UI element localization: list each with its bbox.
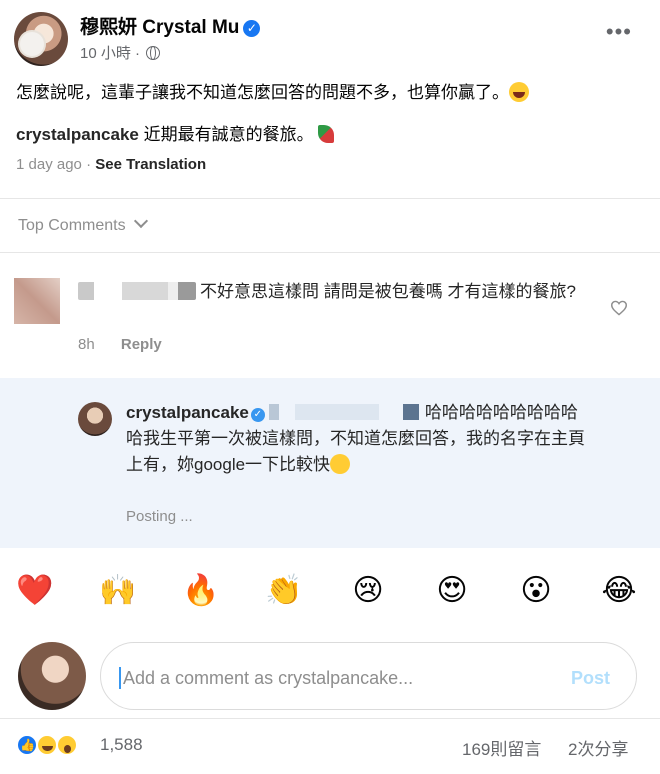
ig-caption: crystalpancake 近期最有誠意的餐旅。 <box>16 120 334 145</box>
comment-text: 不好意思這樣問 請問是被包養嗎 才有這樣的餐旅? <box>200 282 576 301</box>
comment-composer: Add a comment as crystalpancake... Post <box>0 636 660 716</box>
reply-avatar[interactable] <box>78 402 112 436</box>
verified-badge-icon: ✓ <box>243 20 261 37</box>
fire-emoji-icon[interactable]: 🔥 <box>182 572 220 610</box>
ig-meta-separator: · <box>86 156 92 173</box>
post-caption-text: 怎麼說呢，這輩子讓我不知道怎麼回答的問題不多，也算你贏了。 <box>16 83 509 102</box>
post-meta: 10 小時 · <box>80 42 161 63</box>
comment-meta: 8h Reply <box>78 336 162 353</box>
quick-reactions-bar: ❤️ 🙌 🔥 👏 😢 😍 😮 😂 <box>0 572 660 616</box>
reply-button[interactable]: Reply <box>121 336 162 353</box>
comments-count[interactable]: 169則留言 <box>462 735 541 760</box>
heart-emoji-icon[interactable]: ❤️ <box>16 572 54 610</box>
comment-placeholder: Add a comment as crystalpancake... <box>123 668 414 688</box>
shares-count[interactable]: 2次分享 <box>568 735 628 760</box>
current-user-avatar <box>18 642 86 710</box>
post-header: 穆熙妍 Crystal Mu ✓ 10 小時 · ••• <box>0 0 660 72</box>
divider <box>0 198 660 199</box>
reaction-count[interactable]: 1,588 <box>100 735 143 755</box>
clapping-hands-emoji-icon[interactable]: 👏 <box>265 572 303 610</box>
posting-status: Posting ... <box>126 508 193 525</box>
comment-body: 不好意思這樣問 請問是被包養嗎 才有這樣的餐旅? <box>78 280 598 304</box>
author-avatar[interactable] <box>14 12 68 66</box>
see-translation-link[interactable]: See Translation <box>95 156 206 173</box>
top-comments-toggle[interactable]: Top Comments <box>18 213 148 235</box>
raised-hands-emoji-icon[interactable]: 🙌 <box>99 572 137 610</box>
like-reaction-icon[interactable] <box>16 734 38 756</box>
tears-of-joy-emoji-icon[interactable]: 😂 <box>600 572 638 610</box>
divider <box>0 252 660 253</box>
surprised-face-emoji-icon[interactable]: 😮 <box>517 572 555 610</box>
post-footer: 1,588 169則留言 2次分享 <box>0 726 660 766</box>
ig-caption-text: 近期最有誠意的餐旅。 <box>143 125 314 144</box>
globe-icon <box>146 46 161 60</box>
verified-badge-icon: ✓ <box>250 408 265 422</box>
redacted-mention <box>268 404 419 420</box>
post-caption: 怎麼說呢，這輩子讓我不知道怎麼回答的問題不多，也算你贏了。 <box>16 78 646 103</box>
author-name[interactable]: 穆熙妍 Crystal Mu <box>80 17 239 38</box>
crying-face-emoji-icon[interactable]: 😢 <box>349 572 387 610</box>
sweat-smile-emoji-icon <box>330 454 351 474</box>
reply-text-part1: 哈哈哈哈哈 <box>424 403 510 422</box>
laughing-emoji-icon <box>509 82 529 102</box>
chevron-down-icon <box>133 213 148 229</box>
reply-body: crystalpancake ✓ 哈哈哈哈哈哈哈哈哈哈我生平第一次被這樣問，不知道怎… <box>126 400 586 478</box>
more-options-icon[interactable]: ••• <box>606 21 632 43</box>
reply-username[interactable]: crystalpancake <box>126 403 249 422</box>
comment-input[interactable]: Add a comment as crystalpancake... Post <box>100 642 637 710</box>
post-button[interactable]: Post <box>571 668 610 689</box>
divider <box>0 718 660 719</box>
comment-time: 8h <box>78 336 95 353</box>
wow-reaction-icon[interactable] <box>56 734 78 756</box>
haha-reaction-icon[interactable] <box>36 734 58 756</box>
heart-eyes-emoji-icon[interactable]: 😍 <box>433 572 471 610</box>
ig-username[interactable]: crystalpancake <box>16 125 139 144</box>
top-comments-label: Top Comments <box>18 217 126 234</box>
text-caret <box>119 667 121 689</box>
author-name-line[interactable]: 穆熙妍 Crystal Mu ✓ <box>80 12 261 39</box>
ig-post-meta: 1 day ago · See Translation <box>16 156 206 173</box>
dog-decoration <box>20 32 44 56</box>
meta-separator: · <box>135 45 141 62</box>
ig-time-ago: 1 day ago <box>16 156 82 173</box>
redacted-username <box>78 282 196 300</box>
decoration-emoji-icon <box>317 125 334 143</box>
like-heart-icon[interactable] <box>610 300 628 316</box>
post-time[interactable]: 10 小時 <box>80 45 131 62</box>
commenter-avatar-blurred[interactable] <box>14 278 60 324</box>
